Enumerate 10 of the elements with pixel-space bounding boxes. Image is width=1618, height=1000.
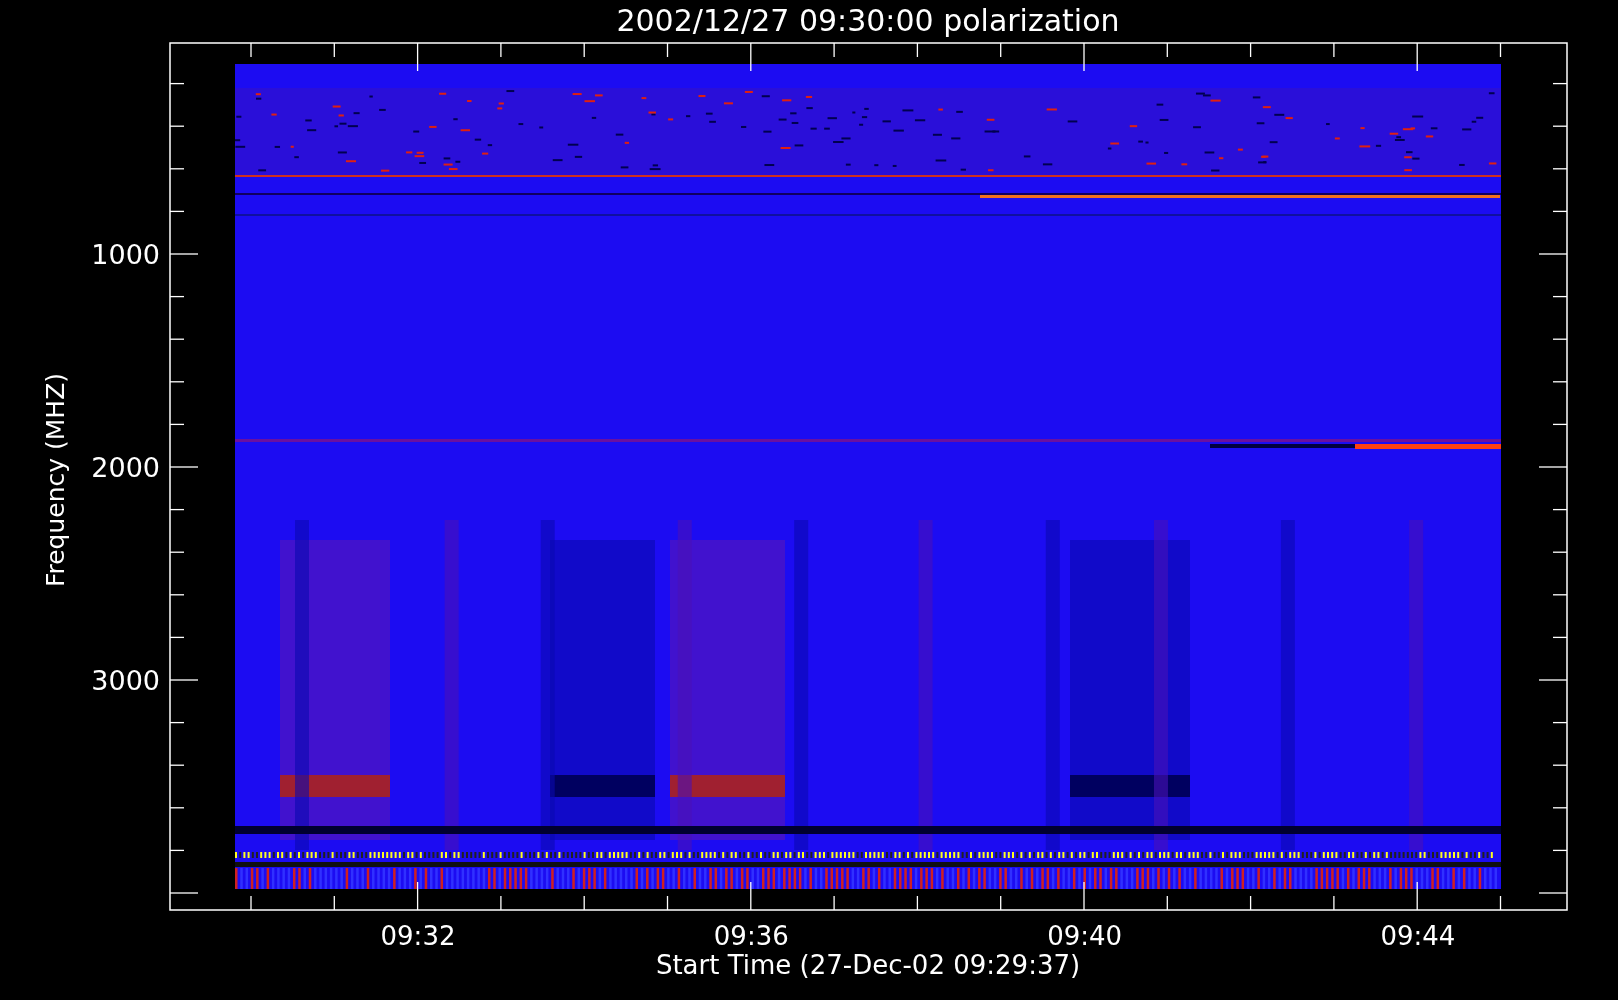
x-tick-label: 09:36 [713,921,789,951]
x-axis-title: Start Time (27-Dec-02 09:29:37) [655,950,1081,980]
x-tick-label: 09:40 [1047,921,1123,951]
x-tick-label: 09:32 [380,921,456,951]
x-tick-label: 09:44 [1380,921,1456,951]
y-tick-label: 1000 [91,239,160,270]
y-tick-label: 2000 [91,452,160,483]
plot-title: 2002/12/27 09:30:00 polarization [616,3,1120,38]
y-axis-title: Frequency (MHZ) [41,372,70,588]
y-tick-label: 3000 [91,665,160,696]
